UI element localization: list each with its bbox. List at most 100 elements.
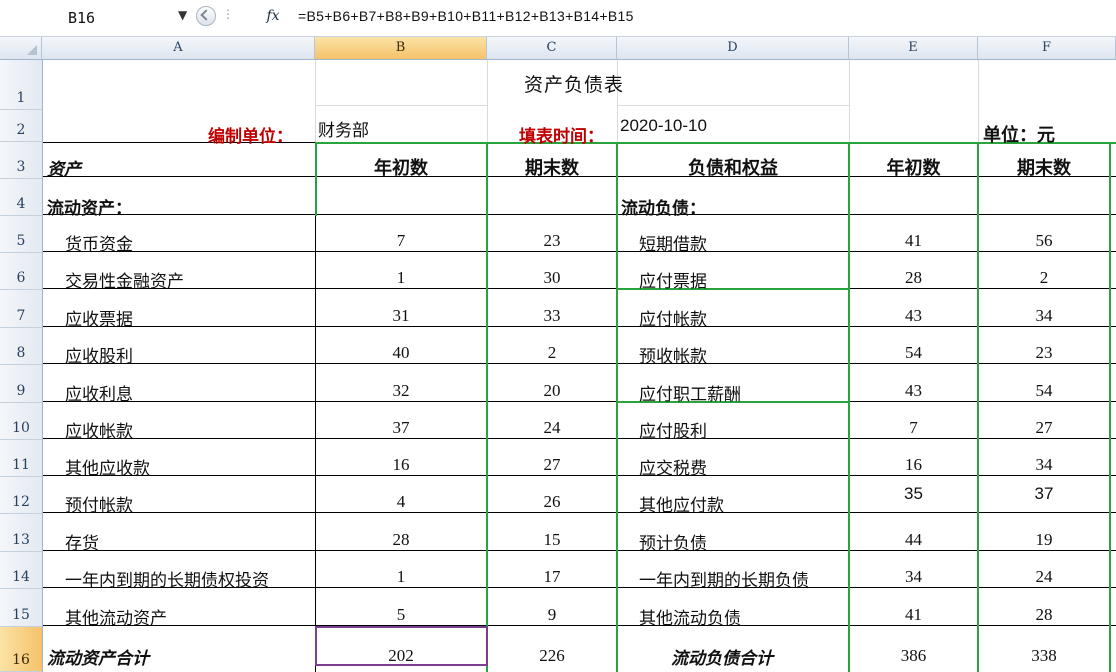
asset-name[interactable]: 应收票据 — [65, 305, 133, 330]
row-header-1[interactable]: 1 — [0, 60, 42, 110]
liability-begin-value[interactable]: 34 — [850, 567, 977, 587]
row-header-14[interactable]: 14 — [0, 552, 42, 589]
asset-begin-value[interactable]: 40 — [316, 343, 486, 363]
asset-name[interactable]: 其他应收款 — [65, 454, 150, 479]
column-header-f[interactable]: F — [978, 37, 1116, 59]
liability-begin-value[interactable]: 41 — [850, 231, 977, 251]
row-header-9[interactable]: 9 — [0, 365, 42, 403]
liability-name[interactable]: 应付职工薪酬 — [639, 380, 741, 405]
asset-name[interactable]: 应收股利 — [65, 342, 133, 367]
asset-name[interactable]: 一年内到期的长期债权投资 — [65, 566, 269, 591]
asset-begin-value[interactable]: 5 — [316, 605, 486, 625]
grip-icon[interactable]: ⋮ — [222, 7, 235, 21]
asset-begin-value[interactable]: 28 — [316, 530, 486, 550]
asset-end-value[interactable]: 9 — [488, 605, 616, 625]
asset-end-value[interactable]: 15 — [488, 530, 616, 550]
liability-name[interactable]: 其他流动负债 — [639, 604, 741, 629]
row-header-11[interactable]: 11 — [0, 440, 42, 477]
liability-end-value[interactable]: 2 — [979, 268, 1109, 288]
date-value[interactable]: 2020-10-10 — [620, 116, 707, 136]
liability-name[interactable]: 预收帐款 — [639, 342, 707, 367]
asset-end-value[interactable]: 20 — [488, 381, 616, 401]
column-header-c[interactable]: C — [487, 37, 617, 59]
liability-end-value[interactable]: 23 — [979, 343, 1109, 363]
function-icon[interactable]: fx — [262, 5, 284, 27]
total-liabilities-label[interactable]: 流动负债合计 — [671, 644, 773, 669]
row-header-7[interactable]: 7 — [0, 290, 42, 328]
liability-end-value[interactable]: 54 — [979, 381, 1109, 401]
asset-begin-value[interactable]: 4 — [316, 492, 486, 512]
liability-name[interactable]: 应交税费 — [639, 454, 707, 479]
row-header-2[interactable]: 2 — [0, 110, 42, 142]
select-all-button[interactable] — [0, 37, 42, 59]
asset-begin-value[interactable]: 32 — [316, 381, 486, 401]
asset-name[interactable]: 其他流动资产 — [65, 604, 167, 629]
expand-icon[interactable] — [196, 6, 216, 26]
column-header-d[interactable]: D — [617, 37, 849, 59]
row-header-6[interactable]: 6 — [0, 253, 42, 290]
asset-begin-value[interactable]: 16 — [316, 455, 486, 475]
total-liabilities-begin[interactable]: 386 — [850, 646, 977, 666]
org-value[interactable]: 财务部 — [318, 116, 369, 141]
asset-begin-value[interactable]: 37 — [316, 418, 486, 438]
row-header-12[interactable]: 12 — [0, 477, 42, 514]
asset-end-value[interactable]: 24 — [488, 418, 616, 438]
selected-cell-outline[interactable] — [315, 626, 488, 666]
asset-end-value[interactable]: 33 — [488, 306, 616, 326]
asset-name[interactable]: 预付帐款 — [65, 491, 133, 516]
liability-begin-value[interactable]: 54 — [850, 343, 977, 363]
row-header-5[interactable]: 5 — [0, 216, 42, 253]
liability-begin-value[interactable]: 43 — [850, 306, 977, 326]
liability-end-value[interactable]: 19 — [979, 530, 1109, 550]
asset-begin-value[interactable]: 1 — [316, 268, 486, 288]
asset-begin-value[interactable]: 1 — [316, 567, 486, 587]
asset-begin-value[interactable]: 7 — [316, 231, 486, 251]
asset-name[interactable]: 应收帐款 — [65, 417, 133, 442]
row-header-15[interactable]: 15 — [0, 589, 42, 627]
column-header-e[interactable]: E — [849, 37, 978, 59]
row-header-3[interactable]: 3 — [0, 142, 42, 179]
liability-begin-value[interactable]: 7 — [850, 418, 977, 438]
asset-name[interactable]: 货币资金 — [65, 230, 133, 255]
asset-begin-value[interactable]: 31 — [316, 306, 486, 326]
asset-end-value[interactable]: 27 — [488, 455, 616, 475]
liability-begin-value[interactable]: 16 — [850, 455, 977, 475]
liability-end-value[interactable]: 37 — [979, 484, 1109, 504]
asset-name[interactable]: 存货 — [65, 529, 99, 554]
liability-name[interactable]: 预计负债 — [639, 529, 707, 554]
chevron-down-icon[interactable]: ▼ — [178, 8, 187, 22]
liability-name[interactable]: 一年内到期的长期负债 — [639, 566, 809, 591]
liability-begin-value[interactable]: 44 — [850, 530, 977, 550]
liability-end-value[interactable]: 56 — [979, 231, 1109, 251]
liability-end-value[interactable]: 27 — [979, 418, 1109, 438]
row-header-16[interactable]: 16 — [0, 627, 42, 672]
formula-input[interactable]: =B5+B6+B7+B8+B9+B10+B11+B12+B13+B14+B15 — [298, 8, 634, 24]
asset-name[interactable]: 应收利息 — [65, 380, 133, 405]
liability-name[interactable]: 应付帐款 — [639, 305, 707, 330]
name-box[interactable]: B16 ▼ — [6, 5, 194, 27]
liability-begin-value[interactable]: 35 — [850, 484, 977, 504]
liability-end-value[interactable]: 34 — [979, 455, 1109, 475]
total-assets-label[interactable]: 流动资产合计 — [47, 644, 149, 669]
asset-end-value[interactable]: 23 — [488, 231, 616, 251]
asset-end-value[interactable]: 17 — [488, 567, 616, 587]
column-header-a[interactable]: A — [42, 37, 315, 59]
liability-begin-value[interactable]: 41 — [850, 605, 977, 625]
liability-name[interactable]: 短期借款 — [639, 230, 707, 255]
asset-end-value[interactable]: 2 — [488, 343, 616, 363]
asset-end-value[interactable]: 26 — [488, 492, 616, 512]
total-assets-end[interactable]: 226 — [488, 646, 616, 666]
asset-name[interactable]: 交易性金融资产 — [65, 267, 184, 292]
liability-name[interactable]: 应付股利 — [639, 417, 707, 442]
row-header-13[interactable]: 13 — [0, 514, 42, 552]
liability-name[interactable]: 其他应付款 — [639, 491, 724, 516]
name-box-value[interactable]: B16 — [68, 9, 95, 27]
liability-end-value[interactable]: 24 — [979, 567, 1109, 587]
total-liabilities-end[interactable]: 338 — [979, 646, 1109, 666]
row-header-8[interactable]: 8 — [0, 328, 42, 365]
liability-end-value[interactable]: 34 — [979, 306, 1109, 326]
asset-end-value[interactable]: 30 — [488, 268, 616, 288]
liability-begin-value[interactable]: 28 — [850, 268, 977, 288]
column-header-b[interactable]: B — [315, 37, 487, 59]
liability-name[interactable]: 应付票据 — [639, 267, 707, 292]
